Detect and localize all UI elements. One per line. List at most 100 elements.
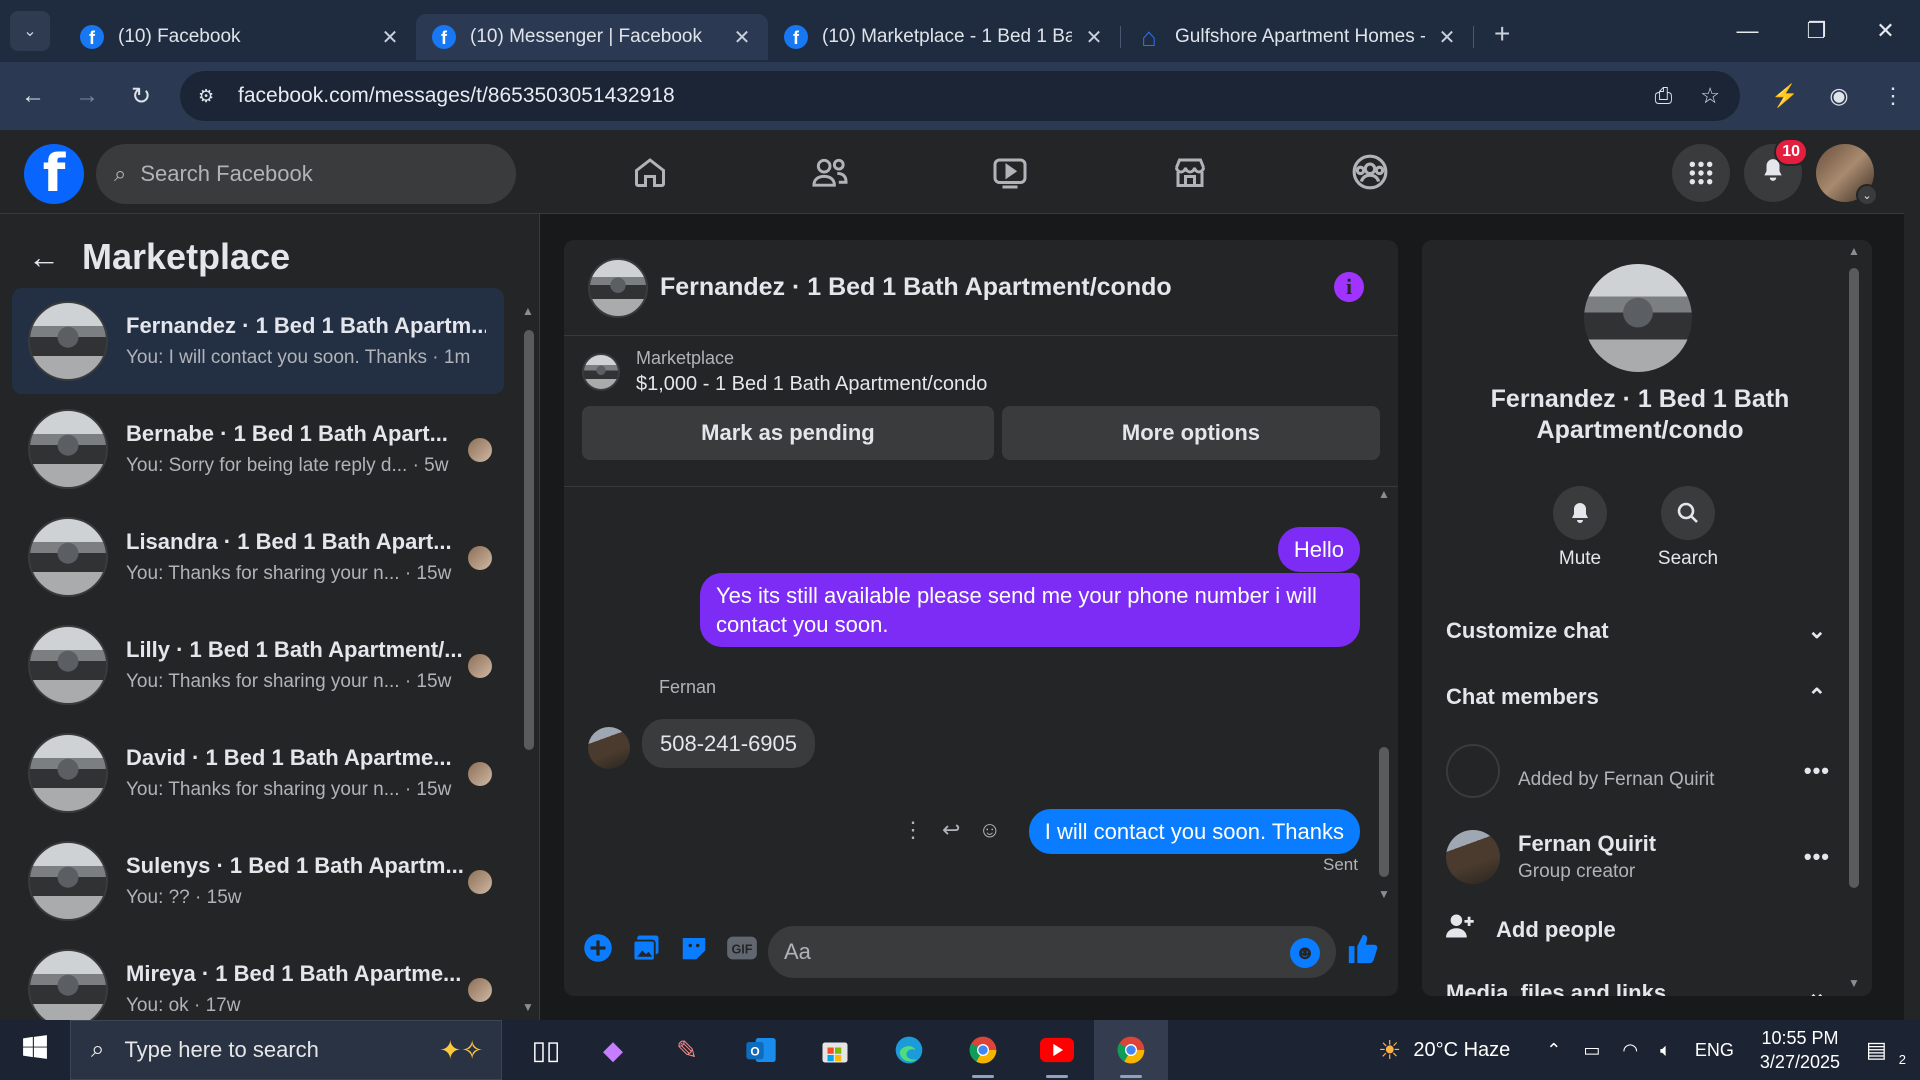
language-indicator[interactable]: ENG [1695,1040,1734,1061]
thread-scrollbar[interactable]: ▲ ▼ [1376,487,1392,907]
groups-icon[interactable] [1280,130,1460,214]
reply-icon[interactable]: ↩ [942,817,960,843]
conversation-item[interactable]: Mireya · 1 Bed 1 Bath Apartme... You: ok … [12,936,504,1020]
scroll-down-icon[interactable]: ▼ [1848,976,1860,990]
video-icon[interactable] [920,130,1100,214]
chrome-icon[interactable] [946,1020,1020,1080]
conversation-item[interactable]: Fernandez · 1 Bed 1 Bath Apartm... You: I… [12,288,504,394]
scroll-down-icon[interactable]: ▼ [1378,887,1390,901]
address-bar[interactable]: ⚙ facebook.com/messages/t/86535030514329… [180,71,1740,121]
scrollbar-thumb[interactable] [524,330,534,750]
youtube-app-icon[interactable] [1020,1020,1094,1080]
tab-facebook[interactable]: f (10) Facebook ✕ [64,14,416,60]
scroll-up-icon[interactable]: ▲ [522,304,534,318]
taskbar-clock[interactable]: 10:55 PM 3/27/2025 [1760,1026,1840,1074]
more-options-button[interactable]: More options [1001,406,1380,460]
bookmark-star-icon[interactable]: ☆ [1700,83,1720,109]
install-app-icon[interactable]: ⎙ [1655,83,1673,109]
sender-avatar[interactable] [588,727,630,769]
reload-icon[interactable]: ↻ [114,82,168,111]
performance-icon[interactable]: ⚡ [1758,83,1812,109]
search-in-conversation-button[interactable]: Search [1638,486,1738,570]
mute-button[interactable]: Mute [1530,486,1630,570]
marketplace-icon[interactable] [1100,130,1280,214]
wifi-icon[interactable]: ◠ [1622,1040,1638,1061]
customize-chat-section[interactable]: Customize chat ⌄ [1446,618,1826,644]
listing-summary[interactable]: Marketplace $1,000 - 1 Bed 1 Bath Apartm… [564,344,1398,400]
chat-list-scrollbar[interactable]: ▲ ▼ [520,300,536,1020]
notification-center-icon[interactable]: ▤ 2 [1866,1037,1906,1067]
conversation-item[interactable]: Lilly · 1 Bed 1 Bath Apartment/... You: T… [12,612,504,718]
weather-widget[interactable]: ☀ 20°C Haze [1378,1035,1510,1066]
tab-search-button[interactable]: ⌄ [10,11,50,51]
page-scrollbar[interactable] [1904,130,1920,1020]
info-icon[interactable]: i [1334,272,1364,302]
microsoft-store-icon[interactable] [798,1020,872,1080]
site-settings-icon[interactable]: ⚙ [198,86,222,107]
photo-icon[interactable] [622,933,670,970]
url-text[interactable]: facebook.com/messages/t/8653503051432918 [238,84,675,108]
battery-icon[interactable]: ▭ [1583,1040,1600,1061]
taskbar-search-input[interactable]: ⌕ Type here to search ✦✧ [70,1020,502,1080]
details-scrollbar[interactable]: ▲ ▼ [1846,240,1862,996]
listing-photo[interactable] [1584,264,1692,372]
close-icon[interactable]: ✕ [730,25,754,50]
tab-marketplace[interactable]: f (10) Marketplace - 1 Bed 1 Bath ✕ [768,14,1120,60]
facebook-search-input[interactable]: ⌕ Search Facebook [96,144,516,204]
outgoing-message[interactable]: Yes its still available please send me y… [700,573,1360,647]
react-emoji-icon[interactable]: ☺ [978,817,1000,843]
windows-start-icon[interactable] [0,1034,70,1067]
sticker-icon[interactable] [670,933,718,970]
scrollbar-thumb[interactable] [1849,268,1859,888]
chat-member[interactable]: Added by Fernan Quirit ••• [1446,744,1830,798]
forward-arrow-icon[interactable]: → [60,82,114,110]
chrome-profile-icon[interactable] [1094,1020,1168,1080]
scroll-up-icon[interactable]: ▲ [1848,244,1860,258]
listing-thumbnail[interactable] [588,257,648,318]
conversation-title[interactable]: Fernandez · 1 Bed 1 Bath Apartment/condo [660,273,1172,302]
facebook-logo-icon[interactable]: f [24,144,84,204]
restore-icon[interactable]: ❐ [1782,0,1851,62]
close-window-icon[interactable]: ✕ [1851,0,1920,62]
conversation-item[interactable]: Sulenys · 1 Bed 1 Bath Apartm... You: ?? … [12,828,504,934]
friends-icon[interactable] [740,130,920,214]
new-tab-button[interactable]: + [1494,18,1510,50]
thumbs-up-icon[interactable] [1346,932,1380,974]
more-horizontal-icon[interactable]: ••• [1804,844,1830,870]
close-icon[interactable]: ✕ [1435,25,1459,50]
conversation-item[interactable]: David · 1 Bed 1 Bath Apartme... You: Than… [12,720,504,826]
outgoing-message[interactable]: I will contact you soon. Thanks [1028,809,1360,854]
conversation-item[interactable]: Lisandra · 1 Bed 1 Bath Apart... You: Tha… [12,504,504,610]
paint-icon[interactable]: ✎ [650,1020,724,1080]
more-horizontal-icon[interactable]: ••• [1804,758,1830,784]
incoming-message[interactable]: 508-241-6905 [642,719,816,768]
close-icon[interactable]: ✕ [1082,25,1106,50]
minimize-icon[interactable]: — [1713,0,1782,62]
more-vertical-icon[interactable]: ⋮ [902,817,924,843]
copilot-icon[interactable]: ◆ [576,1020,650,1080]
edge-icon[interactable] [872,1020,946,1080]
add-people-button[interactable]: Add people [1446,912,1616,947]
chat-members-section[interactable]: Chat members ⌃ [1446,684,1826,710]
scroll-down-icon[interactable]: ▼ [522,1000,534,1014]
chat-member[interactable]: Fernan Quirit Group creator ••• [1446,830,1830,884]
home-icon[interactable] [560,130,740,214]
media-files-section[interactable]: Media, files and links ⌄ [1446,980,1826,996]
kebab-menu-icon[interactable]: ⋮ [1866,83,1920,109]
back-arrow-icon[interactable]: ← [28,239,60,276]
tab-messenger[interactable]: f (10) Messenger | Facebook ✕ [416,14,768,60]
notifications-button[interactable]: 10 [1744,138,1808,202]
back-arrow-icon[interactable]: ← [6,82,60,110]
mark-as-pending-button[interactable]: Mark as pending [582,406,994,460]
task-view-icon[interactable]: ▯▯ [516,1020,576,1080]
outgoing-message[interactable]: Hello [1277,527,1360,572]
gif-icon[interactable]: GIF [718,934,766,969]
chevron-up-icon[interactable]: ⌃ [1546,1040,1561,1061]
account-avatar[interactable]: ⌄ [1816,144,1878,206]
emoji-icon[interactable]: ☻ [1290,938,1320,968]
volume-icon[interactable]: 🔈︎ [1660,1040,1671,1061]
profile-icon[interactable]: ◉ [1812,83,1866,109]
conversation-item[interactable]: Bernabe · 1 Bed 1 Bath Apart... You: Sorr… [12,396,504,502]
menu-grid-icon[interactable] [1672,144,1730,202]
message-input[interactable]: Aa ☻ [768,926,1336,978]
